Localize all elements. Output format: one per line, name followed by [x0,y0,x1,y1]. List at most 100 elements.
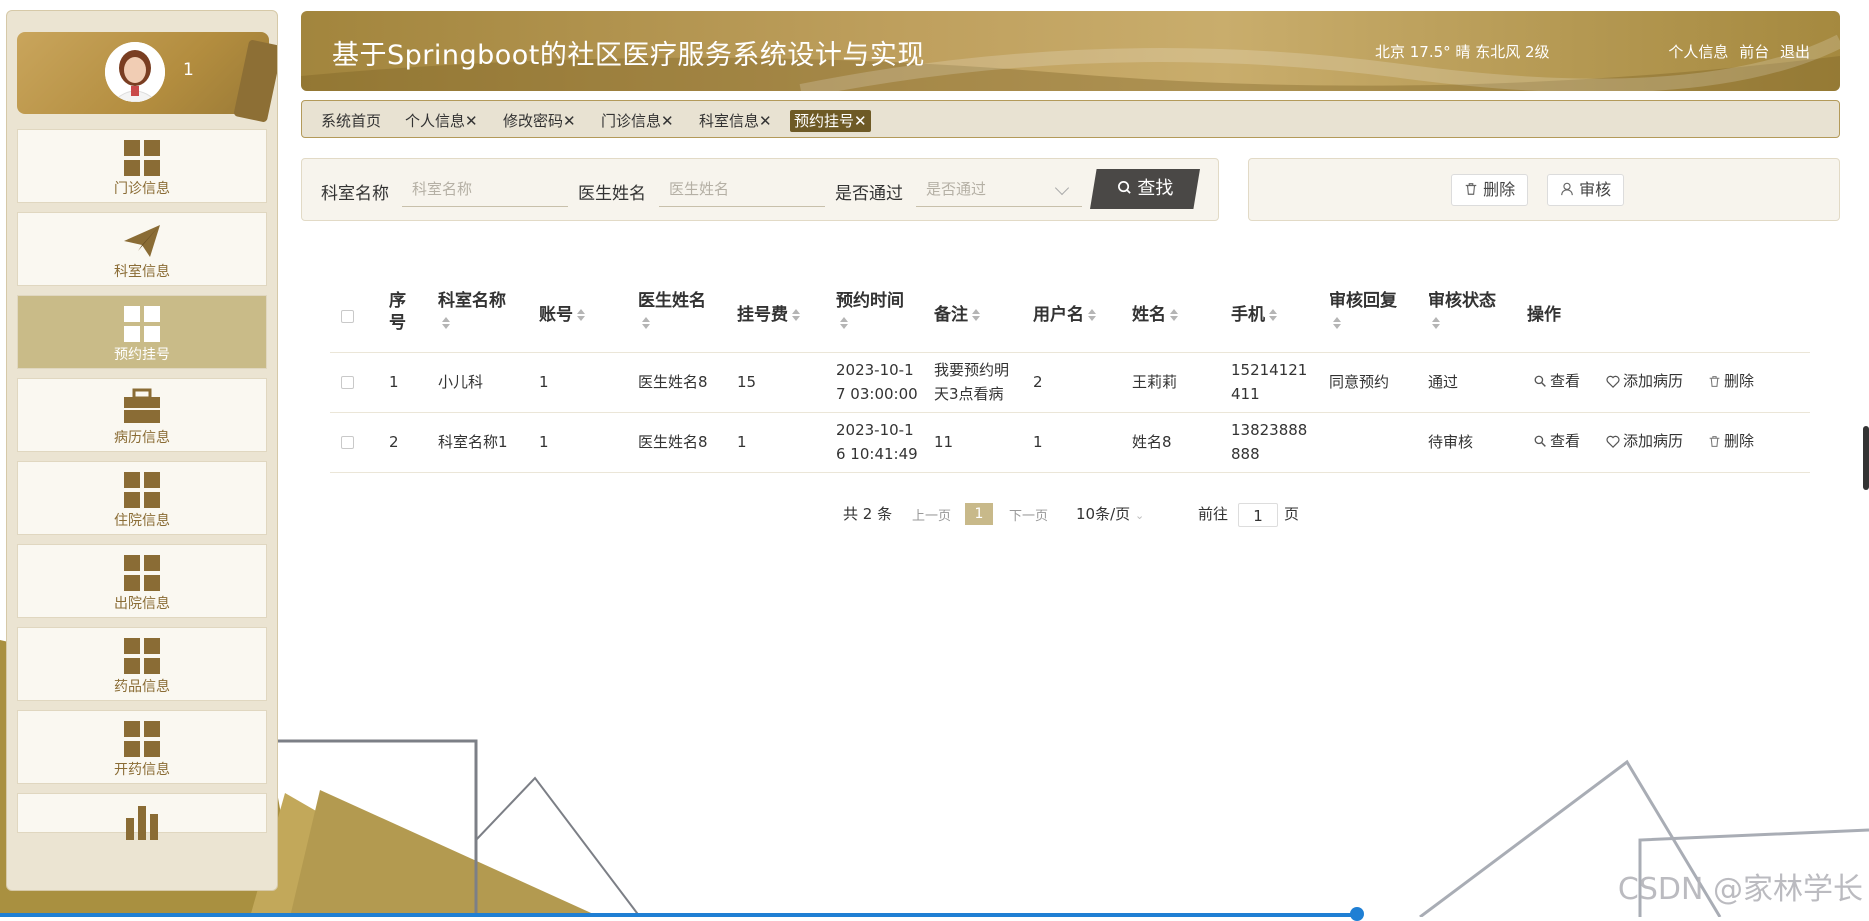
table-row: 2 科室名称1 1 医生姓名8 1 2023-10-1 6 10:41:49 11… [330,413,1810,473]
watermark: CSDN @家林学长 [1617,872,1863,907]
sort-icon [840,317,848,329]
profile-name: 1 [183,60,194,80]
grid-icon [124,140,160,176]
add-record-button[interactable]: 添加病历 [1606,430,1683,451]
header-username[interactable]: 用户名 [1033,304,1096,326]
batch-delete-label: 删除 [1483,180,1516,199]
sort-icon [642,317,650,329]
add-record-button[interactable]: 添加病历 [1606,370,1683,391]
tag-appointment[interactable]: 预约挂号✕ [790,110,871,132]
doctor-search-input[interactable] [659,171,825,207]
avatar[interactable] [105,42,165,102]
progress-handle[interactable] [1350,907,1364,921]
pagination-total: 共 2 条 [843,505,893,523]
sidebar-item-statistics[interactable] [17,793,267,840]
header-name[interactable]: 姓名 [1132,304,1178,326]
cell-dept: 科室名称1 [438,433,508,451]
goto-suffix: 页 [1284,505,1300,523]
cell-username: 1 [1033,433,1043,451]
bar-chart-icon [126,806,158,840]
sidebar-item-label: 开药信息 [114,762,170,778]
pass-label: 是否通过 [835,184,903,204]
header-fee[interactable]: 挂号费 [737,304,800,326]
profile-card: 1 [17,32,277,123]
header-reply[interactable]: 审核回复 [1329,290,1397,334]
tag-department[interactable]: 科室信息✕ [695,110,776,132]
cell-doctor: 医生姓名8 [638,433,708,451]
sidebar-item-appointment[interactable]: 预约挂号 [17,295,267,369]
search-icon [1117,181,1131,194]
scrollbar-handle[interactable] [1863,426,1869,490]
cell-fee: 15 [737,373,757,391]
sidebar: 1 门诊信息 科室信息 预约挂号 病历信息 住院信息 出院信息 药品信息 开药信… [6,10,278,891]
tag-home[interactable]: 系统首页 [317,110,385,132]
cell-status: 待审核 [1428,433,1474,451]
trash-icon [1465,183,1477,195]
header-dept[interactable]: 科室名称 [438,290,506,334]
page-size-select[interactable]: 10条/页 ⌄ [1076,503,1144,524]
logout-link[interactable]: 退出 [1780,43,1810,61]
next-page-button[interactable]: 下一页 [1009,505,1048,524]
row-checkbox[interactable] [341,436,354,449]
goto-page-input[interactable]: 1 [1238,503,1278,527]
row-checkbox[interactable] [341,376,354,389]
sidebar-item-label: 门诊信息 [114,181,170,197]
weather-info: 北京 17.5° 晴 东北风 2级 [1375,43,1550,61]
search-icon [1534,435,1546,447]
paper-plane-icon [124,225,160,257]
table-row: 1 小儿科 1 医生姓名8 15 2023-10-1 7 03:00:00 我要预… [330,353,1810,413]
table-header: 序号 科室名称 账号 医生姓名 挂号费 预约时间 备注 用户名 姓名 手机 审核… [330,280,1810,353]
cell-username: 2 [1033,373,1043,391]
trash-icon [1709,376,1720,387]
header-phone[interactable]: 手机 [1231,304,1277,326]
cell-name: 王莉莉 [1132,373,1178,391]
tag-outpatient[interactable]: 门诊信息✕ [597,110,678,132]
header-remark[interactable]: 备注 [934,304,980,326]
header-account[interactable]: 账号 [539,304,585,326]
search-button[interactable]: 查找 [1090,169,1200,209]
tag-profile[interactable]: 个人信息✕ [401,110,482,132]
frontend-link[interactable]: 前台 [1739,43,1769,61]
sidebar-item-discharge[interactable]: 出院信息 [17,544,267,618]
sidebar-item-medical-record[interactable]: 病历信息 [17,378,267,452]
grid-icon [124,306,160,342]
sidebar-item-label: 出院信息 [114,596,170,612]
cell-account: 1 [539,373,549,391]
dept-search-input[interactable] [402,171,568,207]
sidebar-item-department[interactable]: 科室信息 [17,212,267,286]
header-doctor[interactable]: 医生姓名 [638,290,706,334]
header-status[interactable]: 审核状态 [1428,290,1496,334]
cell-fee: 1 [737,433,747,451]
sort-icon [1432,317,1440,329]
profile-link[interactable]: 个人信息 [1668,43,1728,61]
tag-password[interactable]: 修改密码✕ [499,110,580,132]
search-icon [1534,375,1546,387]
cell-status: 通过 [1428,373,1459,391]
sidebar-item-outpatient[interactable]: 门诊信息 [17,129,267,203]
select-all-checkbox[interactable] [341,310,354,323]
grid-icon [124,555,160,591]
audit-button[interactable]: 审核 [1547,174,1625,206]
header-time[interactable]: 预约时间 [836,290,904,334]
sidebar-item-medicine[interactable]: 药品信息 [17,627,267,701]
page-1-button[interactable]: 1 [965,503,993,525]
cell-time: 2023-10-1 6 10:41:49 [836,421,918,463]
cell-dept: 小儿科 [438,373,484,391]
delete-button[interactable]: 删除 [1708,370,1754,391]
view-button[interactable]: 查看 [1534,370,1580,391]
header-seq: 序号 [389,291,406,333]
sidebar-item-inpatient[interactable]: 住院信息 [17,461,267,535]
cell-phone: 15214121 411 [1231,361,1308,403]
batch-delete-button[interactable]: 删除 [1451,174,1529,206]
dept-label: 科室名称 [321,184,389,204]
sidebar-item-label: 病历信息 [114,430,170,446]
cell-time: 2023-10-1 7 03:00:00 [836,361,918,403]
prev-page-button[interactable]: 上一页 [912,505,951,524]
view-button[interactable]: 查看 [1534,430,1580,451]
cell-reply: 同意预约 [1329,373,1390,391]
trash-icon [1709,436,1720,447]
heart-icon [1606,375,1620,388]
sidebar-item-prescription[interactable]: 开药信息 [17,710,267,784]
delete-button[interactable]: 删除 [1708,430,1754,451]
sidebar-item-label: 住院信息 [114,513,170,529]
